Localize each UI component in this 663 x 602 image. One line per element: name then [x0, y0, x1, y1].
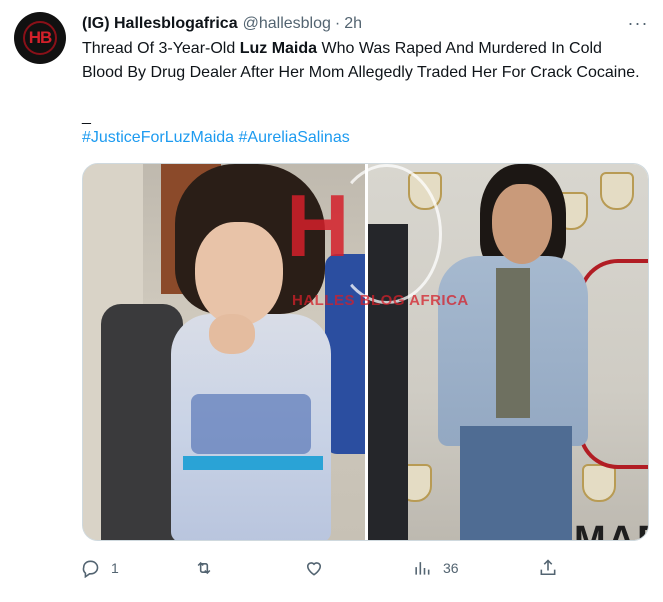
like-button[interactable] — [304, 556, 324, 580]
separator: · — [334, 15, 341, 32]
blue-shirt — [325, 254, 365, 454]
dress-print — [191, 394, 311, 454]
reply-button[interactable]: 1 — [80, 556, 119, 580]
more-options-icon[interactable]: ··· — [627, 12, 649, 34]
reply-count: 1 — [111, 560, 119, 576]
timestamp[interactable]: 2h — [344, 15, 362, 33]
poster-emblem — [578, 259, 648, 469]
photo-child[interactable] — [83, 164, 365, 540]
poster-text: MAR AY — [574, 519, 648, 540]
author-handle[interactable]: @hallesblog — [243, 15, 331, 33]
hashtag-link[interactable]: #JusticeForLuzMaida — [82, 129, 234, 146]
woman-face — [492, 184, 552, 264]
views-count: 36 — [443, 560, 459, 576]
views-button[interactable]: 36 — [412, 556, 459, 580]
police-badge — [600, 172, 634, 210]
author-name[interactable]: (IG) Hallesblogafrica — [82, 15, 238, 33]
avatar-ring — [23, 21, 57, 55]
dress-belt — [183, 456, 323, 470]
child-face — [195, 222, 283, 326]
tweet-header: (IG) Hallesblogafrica @hallesblog · 2h — [82, 12, 362, 36]
photo-woman[interactable]: MAR AY — [368, 164, 648, 540]
police-badge — [408, 172, 442, 210]
dark-figure — [368, 224, 408, 540]
tweet-text: Thread Of 3-Year-Old Luz Maida Who Was R… — [82, 37, 642, 85]
action-bar: 1 36 — [80, 556, 560, 580]
retweet-button[interactable] — [194, 556, 214, 580]
inner-top — [496, 268, 530, 418]
share-button[interactable] — [538, 556, 558, 580]
tweet-text-part-1: Thread Of 3-Year-Old — [82, 40, 240, 57]
tweet-dash: _ — [82, 108, 91, 125]
media-grid[interactable]: MAR AY H HALLES BLOG AFRICA — [82, 163, 649, 541]
retweet-icon — [197, 561, 211, 575]
child-hand — [209, 314, 255, 354]
reply-icon — [82, 560, 99, 578]
heart-icon — [306, 562, 322, 576]
tweet-text-bold: Luz Maida — [239, 40, 318, 57]
hashtag-line: #JusticeForLuzMaida #AureliaSalinas — [82, 126, 350, 150]
police-badge — [582, 464, 616, 502]
analytics-icon — [415, 562, 430, 575]
tweet[interactable]: HB (IG) Hallesblogafrica @hallesblog · 2… — [0, 0, 663, 602]
share-icon — [540, 559, 556, 576]
hashtag-link[interactable]: #AureliaSalinas — [239, 129, 350, 146]
avatar[interactable]: HB — [14, 12, 66, 64]
jeans — [460, 426, 572, 540]
